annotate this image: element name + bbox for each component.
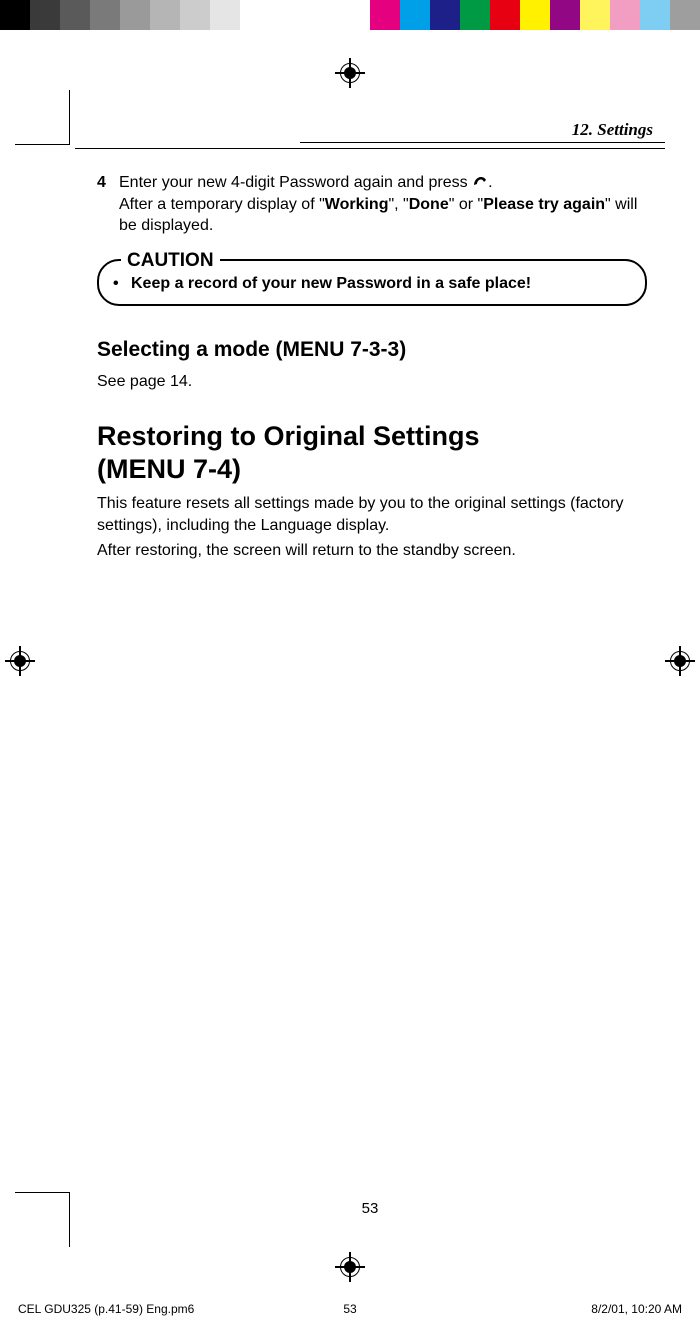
step-4: 4 Enter your new 4-digit Password again …	[97, 172, 647, 237]
caution-box: CAUTION • Keep a record of your new Pass…	[97, 259, 647, 307]
footer-page: 53	[343, 1302, 356, 1316]
registration-mark-bottom	[335, 1252, 365, 1282]
caution-bullet: •	[113, 273, 131, 295]
mode-body: See page 14.	[97, 371, 647, 393]
color-swatch	[430, 0, 460, 30]
color-swatch	[150, 0, 180, 30]
color-swatch	[210, 0, 240, 30]
page-number: 53	[362, 1200, 379, 1217]
color-swatch	[240, 0, 270, 30]
color-swatch	[180, 0, 210, 30]
color-swatch	[580, 0, 610, 30]
color-swatch	[60, 0, 90, 30]
status-try-again: Please try again	[483, 196, 605, 213]
color-swatch	[490, 0, 520, 30]
page-header: 12. Settings	[75, 120, 665, 158]
color-swatch	[90, 0, 120, 30]
crop-mark-bottom-left	[15, 1192, 70, 1247]
status-working: Working	[325, 196, 389, 213]
caution-text: Keep a record of your new Password in a …	[131, 273, 531, 295]
section-selecting-mode: Selecting a mode (MENU 7-3-3) See page 1…	[97, 336, 647, 392]
header-rule-short	[300, 142, 665, 143]
restore-body-1: This feature resets all settings made by…	[97, 493, 647, 536]
color-swatch	[670, 0, 700, 30]
heading-selecting-mode: Selecting a mode (MENU 7-3-3)	[97, 336, 647, 364]
footer-date: 8/2/01, 10:20 AM	[591, 1302, 682, 1316]
heading-restoring-l1: Restoring to Original Settings	[97, 421, 480, 451]
caution-label: CAUTION	[121, 248, 220, 274]
color-swatch	[460, 0, 490, 30]
color-swatch	[120, 0, 150, 30]
color-swatch	[640, 0, 670, 30]
color-swatch	[550, 0, 580, 30]
heading-restoring: Restoring to Original Settings (MENU 7-4…	[97, 420, 647, 485]
chapter-title: 12. Settings	[572, 120, 653, 140]
step4-text-b: .	[488, 174, 492, 191]
registration-mark-top	[335, 58, 365, 88]
registration-mark-right	[665, 646, 695, 676]
crop-mark-top-left	[15, 90, 70, 145]
step4-text2c: " or "	[449, 196, 483, 213]
page-content-area: 12. Settings 4 Enter your new 4-digit Pa…	[75, 120, 665, 1237]
call-key-icon	[472, 174, 488, 188]
section-restoring: Restoring to Original Settings (MENU 7-4…	[97, 420, 647, 562]
header-rule-long	[75, 148, 665, 149]
color-swatch	[30, 0, 60, 30]
restore-body-2: After restoring, the screen will return …	[97, 540, 647, 562]
color-swatch	[520, 0, 550, 30]
color-swatch	[400, 0, 430, 30]
color-swatch	[370, 0, 400, 30]
step4-text2b: ", "	[388, 196, 408, 213]
heading-restoring-l2: (MENU 7-4)	[97, 454, 241, 484]
step4-text-a: Enter your new 4-digit Password again an…	[119, 174, 472, 191]
color-swatch	[610, 0, 640, 30]
footer-filename: CEL GDU325 (p.41-59) Eng.pm6	[18, 1302, 194, 1316]
registration-mark-left	[5, 646, 35, 676]
step4-text2a: After a temporary display of "	[119, 196, 325, 213]
status-done: Done	[409, 196, 449, 213]
color-swatch	[0, 0, 30, 30]
step-body: Enter your new 4-digit Password again an…	[119, 172, 647, 237]
step-number: 4	[97, 172, 119, 237]
print-footer: CEL GDU325 (p.41-59) Eng.pm6 53 8/2/01, …	[18, 1302, 682, 1316]
print-color-bar	[0, 0, 700, 30]
